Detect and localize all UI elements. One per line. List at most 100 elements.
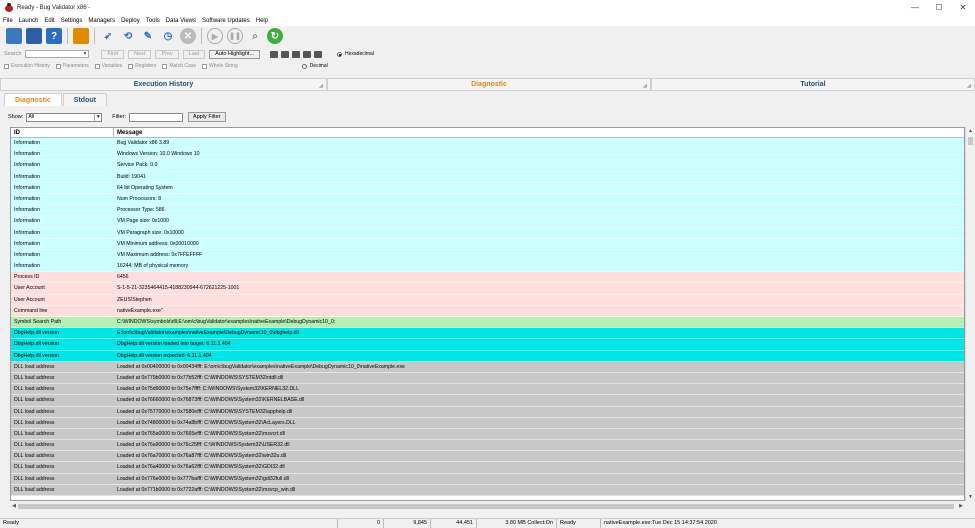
- tab-diagnostic[interactable]: Diagnostic: [4, 93, 62, 106]
- table-row[interactable]: Information Processor Type: 586: [11, 205, 964, 217]
- table-row[interactable]: Symbol Search Path C:\WINDOWS\symbols\dll…: [11, 317, 964, 329]
- table-row[interactable]: DbgHelp.dll version E:\om\c\bugValidator\…: [11, 328, 964, 340]
- hexadecimal-label: Hexadecimal: [345, 51, 374, 57]
- table-row[interactable]: Information VM Page size: 0x1000: [11, 216, 964, 228]
- column-header-id[interactable]: ID: [11, 128, 114, 137]
- scroll-up-icon[interactable]: ▲: [966, 127, 975, 135]
- table-row[interactable]: DLL load address Loaded at 0x765a0000 to …: [11, 428, 964, 441]
- menu-data-views[interactable]: Data Views: [166, 18, 196, 24]
- hexadecimal-radio[interactable]: [337, 51, 342, 57]
- show-select[interactable]: All ▼: [26, 112, 103, 122]
- table-row[interactable]: DLL load address Loaded at 0x76a90000 to …: [11, 440, 964, 452]
- variables-checkbox[interactable]: [94, 63, 100, 69]
- gear-icon[interactable]: [73, 28, 89, 44]
- table-row[interactable]: Information Bug Validator x86 3.89: [11, 138, 964, 150]
- table-row[interactable]: DLL load address Loaded at 0x75d90000 to …: [11, 384, 964, 396]
- next-button[interactable]: Next: [128, 49, 152, 59]
- parameters-checkbox[interactable]: [55, 63, 61, 69]
- view-e-icon[interactable]: [314, 50, 322, 58]
- menu-tools[interactable]: Tools: [146, 18, 160, 24]
- table-row[interactable]: DbgHelp.dll version DbgHelp.dll version l…: [11, 339, 964, 351]
- whole-string-checkbox[interactable]: [202, 63, 208, 69]
- pen-icon[interactable]: ✎: [140, 28, 156, 44]
- cell-id: Information: [14, 263, 40, 270]
- diagnostic-table: ID Message Information Bug Validator x86 …: [10, 127, 965, 501]
- scroll-thumb[interactable]: [18, 504, 954, 509]
- table-row[interactable]: User Account ZEUS\Stephen: [11, 294, 964, 306]
- last-button[interactable]: Last: [182, 49, 206, 59]
- match-case-checkbox[interactable]: [162, 63, 168, 69]
- stop-icon[interactable]: ✕: [180, 28, 196, 44]
- registers-checkbox[interactable]: [128, 63, 134, 69]
- prev-button[interactable]: Prev: [155, 49, 179, 59]
- search-combo[interactable]: ▼: [25, 50, 90, 58]
- scroll-down-icon[interactable]: ▼: [966, 493, 975, 501]
- launch-rocket-icon[interactable]: ➶: [100, 28, 116, 44]
- menu-edit[interactable]: Edit: [44, 18, 54, 24]
- save-icon[interactable]: [26, 28, 42, 44]
- view-d-icon[interactable]: [303, 50, 311, 58]
- view-c-icon[interactable]: [292, 50, 300, 58]
- table-row[interactable]: Process ID 6456: [11, 272, 964, 284]
- menu-software-updates[interactable]: Software Updates: [202, 18, 250, 24]
- table-row[interactable]: DLL load address Loaded at 0x76a40000 to …: [11, 462, 964, 474]
- table-row[interactable]: Information VM Paragraph size: 0x10000: [11, 227, 964, 239]
- menu-help[interactable]: Help: [256, 18, 268, 24]
- pane-tutorial[interactable]: Tutorial ◢: [651, 78, 975, 91]
- table-row[interactable]: DbgHelp.dll version DbgHelp.dll version e…: [11, 350, 964, 362]
- magnifier-icon[interactable]: ⌕: [247, 28, 263, 44]
- close-button[interactable]: ✕: [951, 0, 975, 15]
- table-row[interactable]: Information Service Pack: 0.0: [11, 160, 964, 172]
- view-a-icon[interactable]: [270, 50, 278, 58]
- table-row[interactable]: Information 64 bit Operating System: [11, 182, 964, 194]
- menu-managers[interactable]: Managers: [88, 18, 115, 24]
- help-icon[interactable]: ?: [46, 28, 62, 44]
- timer-icon[interactable]: ◷: [160, 28, 176, 44]
- table-row[interactable]: Command line nativeExample.exe": [11, 305, 964, 317]
- scroll-right-icon[interactable]: ▶: [957, 502, 965, 511]
- scroll-thumb[interactable]: [968, 137, 973, 145]
- horizontal-scrollbar[interactable]: ◀ ▶: [10, 502, 965, 511]
- tab-stdout[interactable]: Stdout: [62, 93, 107, 106]
- menu-deploy[interactable]: Deploy: [121, 18, 140, 24]
- table-row[interactable]: DLL load address Loaded at 0x74800000 to …: [11, 417, 964, 429]
- status-memory: 3.80 MB Collect:On: [476, 519, 556, 528]
- cell-message: Loaded at 0x76660000 to 0x76873fff: C:\W…: [117, 397, 305, 404]
- table-row[interactable]: DLL load address Loaded at 0x771b0000 to …: [11, 484, 964, 496]
- apply-filter-button[interactable]: Apply Filter: [188, 112, 226, 122]
- vertical-scrollbar[interactable]: ▲ ▼: [965, 127, 974, 501]
- minimize-button[interactable]: —: [903, 0, 927, 15]
- play-icon[interactable]: ▶: [207, 28, 223, 44]
- table-row[interactable]: Information Windows Version: 10.0 Windows…: [11, 149, 964, 161]
- table-row[interactable]: DLL load address Loaded at 0x776e0000 to …: [11, 473, 964, 485]
- auto-highlight-button[interactable]: Auto Highlight...: [209, 49, 260, 59]
- menu-file[interactable]: File: [3, 18, 13, 24]
- table-row[interactable]: DLL load address Loaded at 0x76a70000 to …: [11, 451, 964, 463]
- filter-input[interactable]: [129, 112, 184, 122]
- table-row[interactable]: Information 16244: MB of physical memory: [11, 261, 964, 273]
- table-row[interactable]: DLL load address Loaded at 0x75770000 to …: [11, 406, 964, 418]
- refresh-icon[interactable]: ↻: [267, 28, 283, 44]
- first-button[interactable]: First: [101, 49, 125, 59]
- attach-icon[interactable]: ⟲: [120, 28, 136, 44]
- table-row[interactable]: User Account S-1-5-21-3235464415-41882309…: [11, 283, 964, 295]
- table-row[interactable]: Information Num Processors: 8: [11, 193, 964, 206]
- decimal-radio[interactable]: [301, 63, 307, 69]
- execution-history-checkbox[interactable]: [4, 63, 9, 69]
- open-folder-icon[interactable]: [6, 28, 22, 44]
- pane-execution-history[interactable]: Execution History ◢: [0, 78, 327, 91]
- view-b-icon[interactable]: [281, 50, 289, 58]
- table-row[interactable]: Information VM Maximum address: 0x7FFEFFF…: [11, 249, 964, 262]
- table-row[interactable]: Information VM Minimum address: 0x0001000…: [11, 238, 964, 250]
- pause-icon[interactable]: ❚❚: [227, 28, 243, 44]
- table-row[interactable]: DLL load address Loaded at 0x779b0000 to …: [11, 372, 964, 385]
- table-row[interactable]: Information Build: 19041: [11, 171, 964, 183]
- table-row[interactable]: DLL load address Loaded at 0x76660000 to …: [11, 395, 964, 407]
- menu-settings[interactable]: Settings: [61, 18, 83, 24]
- scroll-left-icon[interactable]: ◀: [10, 502, 18, 511]
- table-row[interactable]: DLL load address Loaded at 0x00400000 to …: [11, 361, 964, 373]
- pane-diagnostic[interactable]: Diagnostic ◢: [327, 78, 651, 91]
- maximize-button[interactable]: ☐: [927, 0, 951, 15]
- menu-launch[interactable]: Launch: [19, 18, 39, 24]
- column-header-message[interactable]: Message: [114, 128, 142, 137]
